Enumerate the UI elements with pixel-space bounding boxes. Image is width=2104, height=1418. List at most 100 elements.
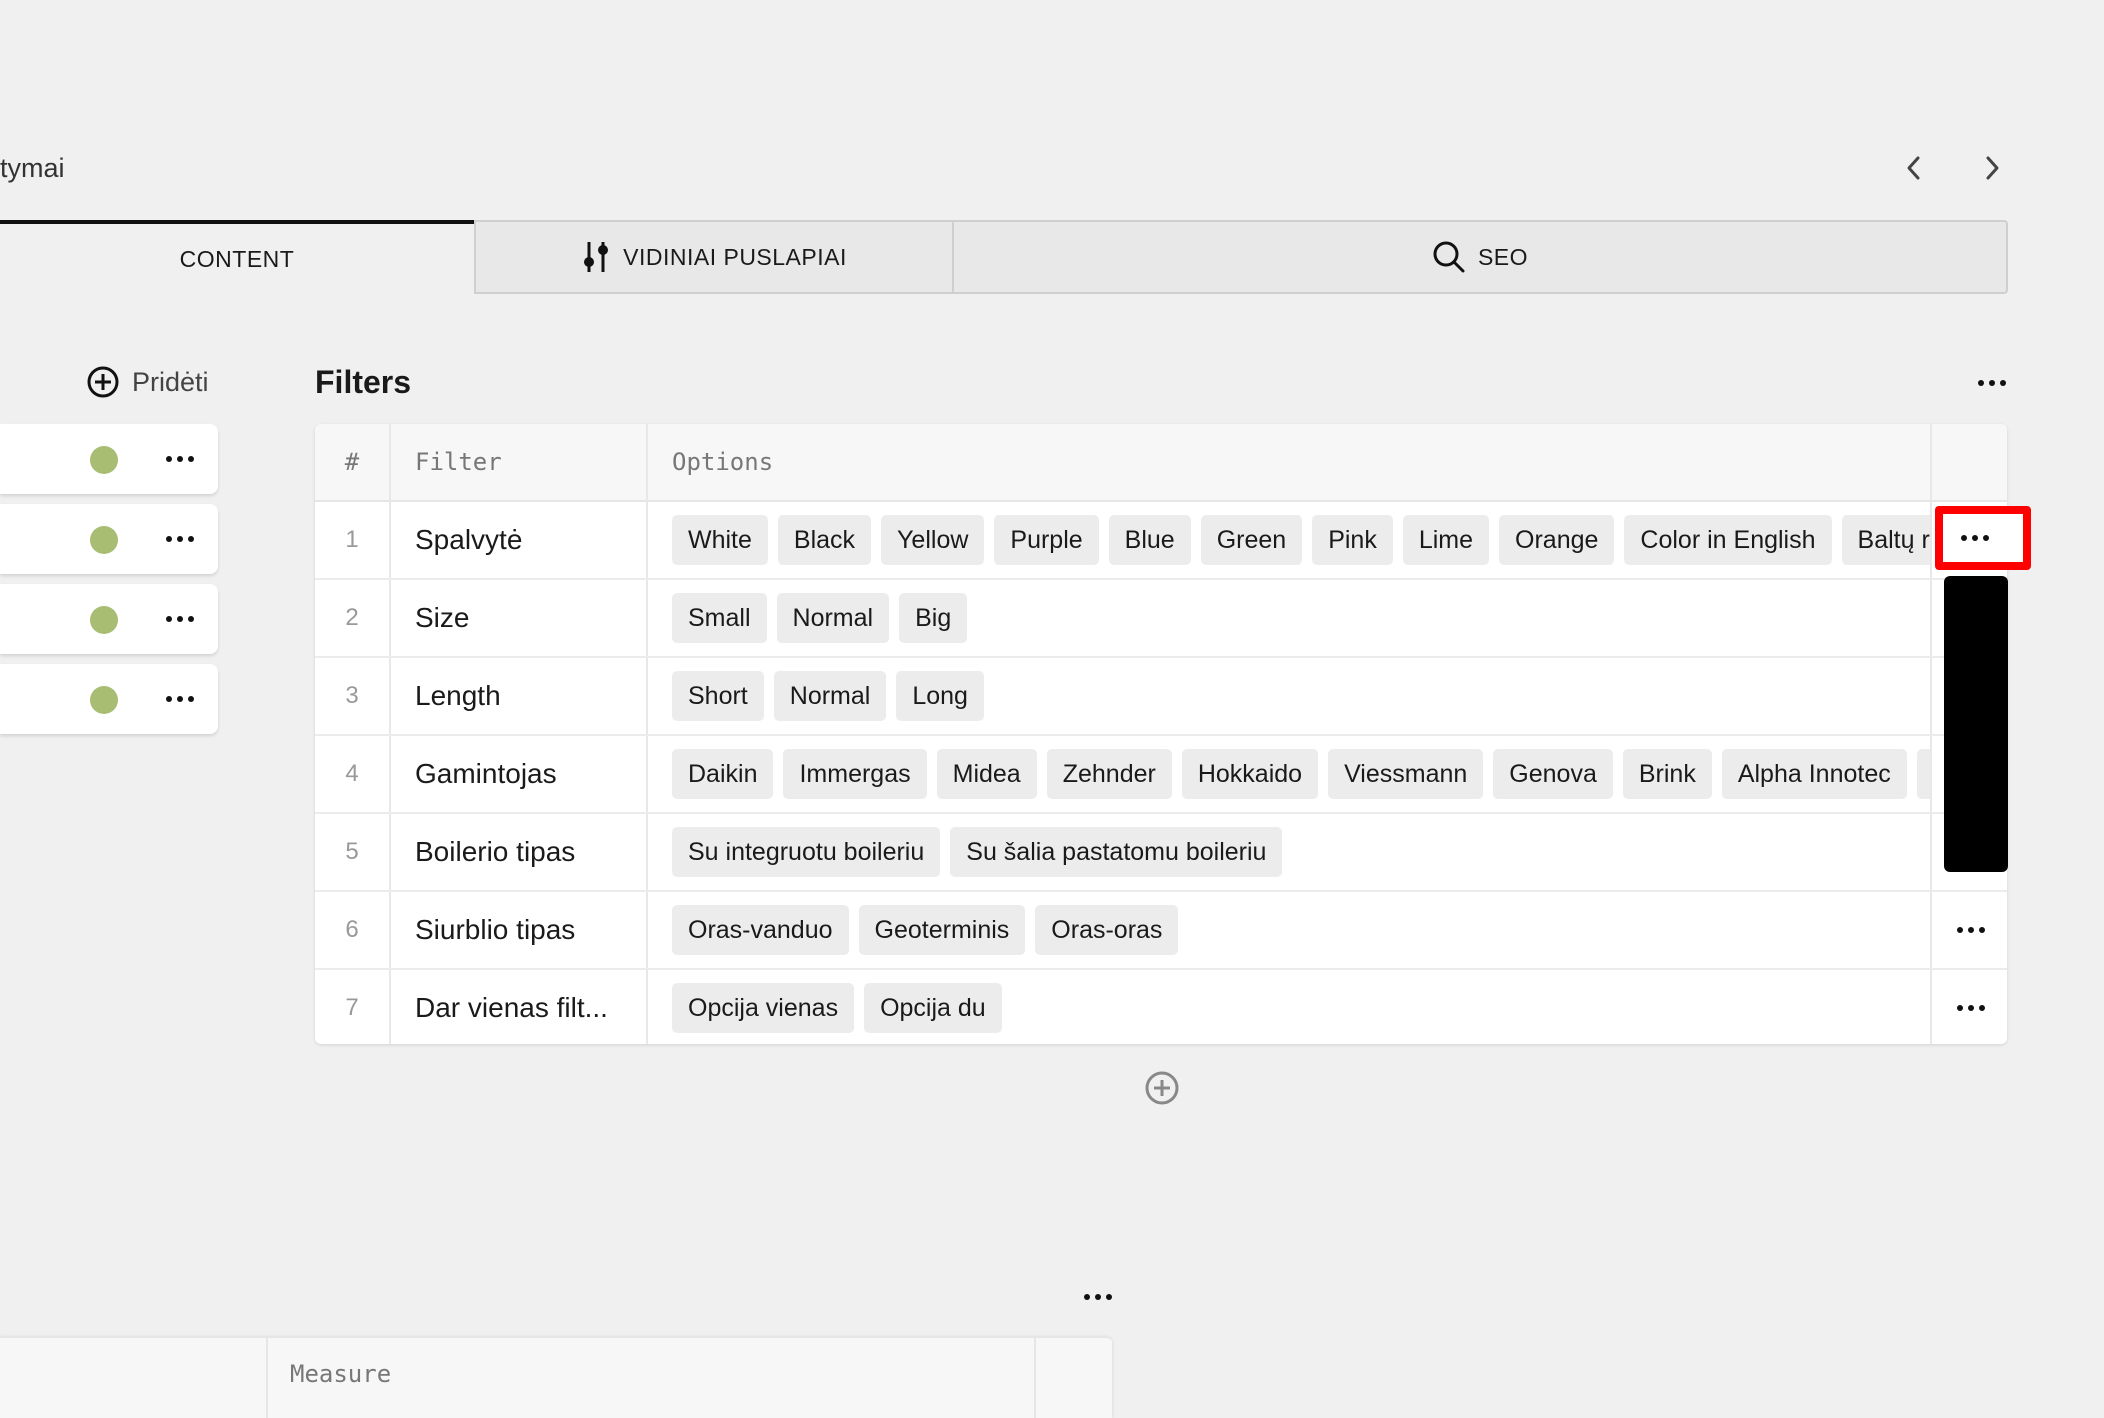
add-button[interactable]: Pridėti bbox=[86, 362, 209, 402]
option-chip[interactable]: Geoterminis bbox=[858, 905, 1026, 955]
table-row[interactable]: 5 Boilerio tipas Su integruotu boileriu Su … bbox=[315, 814, 2007, 892]
option-chip[interactable]: Short bbox=[672, 671, 764, 721]
options-list: Short Normal Long bbox=[672, 658, 2007, 734]
option-chip[interactable]: Opcija du bbox=[864, 983, 1002, 1033]
section-more-menu-button[interactable] bbox=[1968, 368, 2016, 398]
option-chip[interactable]: Green bbox=[1200, 515, 1303, 565]
table-row[interactable]: 1 Spalvytė White Black Yellow Purple Blue Green… bbox=[315, 502, 2007, 580]
option-chip[interactable]: Genova bbox=[1493, 749, 1613, 799]
filter-name[interactable]: Gamintojas bbox=[415, 736, 645, 812]
tab-content[interactable]: CONTENT bbox=[0, 220, 474, 294]
plus-circle-icon bbox=[87, 366, 119, 398]
filters-table: # Filter Options 1 Spalvytė White Black Yell… bbox=[315, 424, 2007, 1044]
options-list: Small Normal Big bbox=[672, 580, 2007, 656]
column-header-options: Options bbox=[672, 448, 774, 476]
column-header-number: # bbox=[344, 448, 360, 476]
options-list: Oras-vanduo Geoterminis Oras-oras bbox=[672, 892, 2007, 968]
option-chip[interactable]: Alpha Innotec bbox=[1721, 749, 1907, 799]
measure-table: Measure bbox=[0, 1336, 1112, 1418]
option-chip[interactable]: Su šalia pastatomu boileriu bbox=[950, 827, 1283, 877]
more-menu-button[interactable] bbox=[158, 604, 202, 634]
status-dot bbox=[90, 606, 118, 634]
option-chip[interactable]: Zehnder bbox=[1046, 749, 1172, 799]
more-menu-button[interactable] bbox=[158, 684, 202, 714]
row-number: 6 bbox=[345, 916, 359, 943]
option-chip[interactable]: Blue bbox=[1108, 515, 1191, 565]
table-row[interactable]: 6 Siurblio tipas Oras-vanduo Geoterminis Ora… bbox=[315, 892, 2007, 970]
list-item[interactable] bbox=[0, 424, 218, 494]
row-number: 5 bbox=[345, 838, 359, 865]
page-title: tymai bbox=[0, 153, 65, 183]
table-row[interactable]: 4 Gamintojas Daikin Immergas Midea Zehnder Hok… bbox=[315, 736, 2007, 814]
tab-bar: CONTENT VIDINIAI PUSLAPIAI SEO bbox=[0, 220, 2008, 294]
option-chip[interactable]: White bbox=[672, 515, 768, 565]
option-chip[interactable]: Opcija vienas bbox=[672, 983, 855, 1033]
option-chip[interactable]: Midea bbox=[936, 749, 1037, 799]
filter-name[interactable]: Dar vienas filt... bbox=[415, 970, 645, 1044]
prev-arrow-button[interactable] bbox=[1894, 146, 1934, 190]
row-number: 2 bbox=[345, 604, 359, 631]
list-item[interactable] bbox=[0, 504, 218, 574]
option-chip[interactable]: Big bbox=[899, 593, 968, 643]
option-chip[interactable]: Brink bbox=[1622, 749, 1712, 799]
option-chip[interactable]: Mitsubishi bbox=[1916, 749, 1930, 799]
table-row[interactable]: 7 Dar vienas filt... Opcija vienas Opcija d… bbox=[315, 970, 2007, 1044]
column-header-measure: Measure bbox=[290, 1360, 392, 1388]
option-chip[interactable]: Hokkaido bbox=[1181, 749, 1319, 799]
option-chip[interactable]: Immergas bbox=[783, 749, 927, 799]
filter-name[interactable]: Spalvytė bbox=[415, 502, 645, 578]
options-list: Opcija vienas Opcija du bbox=[672, 970, 2007, 1044]
filter-name[interactable]: Siurblio tipas bbox=[415, 892, 645, 968]
column-divider bbox=[1034, 1338, 1036, 1418]
option-chip[interactable]: Color in English bbox=[1624, 515, 1832, 565]
table-row[interactable]: 3 Length Short Normal Long bbox=[315, 658, 2007, 736]
status-dot bbox=[90, 686, 118, 714]
option-chip[interactable]: Long bbox=[896, 671, 984, 721]
option-chip[interactable]: Oras-vanduo bbox=[672, 905, 849, 955]
option-chip[interactable]: Su integruotu boileriu bbox=[672, 827, 941, 877]
table-header: # Filter Options bbox=[315, 424, 2007, 502]
tab-seo[interactable]: SEO bbox=[954, 220, 2008, 294]
option-chip[interactable]: Oras-oras bbox=[1035, 905, 1179, 955]
row-more-menu-button[interactable] bbox=[1949, 992, 1993, 1024]
tab-label: SEO bbox=[1477, 243, 1529, 270]
options-list: Su integruotu boileriu Su šalia pastatomu… bbox=[672, 814, 2007, 890]
row-number: 1 bbox=[345, 526, 359, 553]
search-icon bbox=[1433, 241, 1465, 273]
add-filter-button[interactable] bbox=[1144, 1070, 1180, 1106]
table-row[interactable]: 2 Size Small Normal Big bbox=[315, 580, 2007, 658]
list-item[interactable] bbox=[0, 664, 218, 734]
section-title: Filters bbox=[315, 364, 412, 400]
filter-name[interactable]: Boilerio tipas bbox=[415, 814, 645, 890]
option-chip[interactable]: Pink bbox=[1312, 515, 1393, 565]
option-chip[interactable]: Viessmann bbox=[1328, 749, 1484, 799]
next-arrow-button[interactable] bbox=[1972, 146, 2012, 190]
chevron-left-icon bbox=[1907, 156, 1920, 180]
more-menu-button[interactable] bbox=[158, 524, 202, 554]
list-item[interactable] bbox=[0, 584, 218, 654]
options-list: Daikin Immergas Midea Zehnder Hokkaido Viessm… bbox=[672, 736, 1930, 812]
option-chip[interactable]: Normal bbox=[773, 671, 887, 721]
option-chip[interactable]: Normal bbox=[776, 593, 890, 643]
row-1-more-menu-button-highlighted[interactable] bbox=[1935, 506, 2031, 570]
option-chip[interactable]: Yellow bbox=[881, 515, 985, 565]
option-chip[interactable]: Lime bbox=[1402, 515, 1490, 565]
option-chip[interactable]: Baltų rožių bbox=[1841, 515, 1930, 565]
status-dot bbox=[90, 526, 118, 554]
tab-label: VIDINIAI PUSLAPIAI bbox=[623, 243, 847, 270]
option-chip[interactable]: Daikin bbox=[672, 749, 774, 799]
option-chip[interactable]: Orange bbox=[1499, 515, 1615, 565]
lower-section-more-menu-button[interactable] bbox=[1076, 1282, 1120, 1312]
option-chip[interactable]: Small bbox=[672, 593, 767, 643]
status-dot bbox=[90, 446, 118, 474]
filter-name[interactable]: Length bbox=[415, 658, 645, 734]
options-list: White Black Yellow Purple Blue Green Pink Lime O… bbox=[672, 502, 1930, 578]
option-chip[interactable]: Black bbox=[777, 515, 872, 565]
tab-vidiniai-puslapiai[interactable]: VIDINIAI PUSLAPIAI bbox=[474, 220, 954, 294]
tab-label: CONTENT bbox=[179, 245, 295, 272]
filter-name[interactable]: Size bbox=[415, 580, 645, 656]
plus-circle-icon bbox=[1145, 1071, 1179, 1105]
row-more-menu-button[interactable] bbox=[1949, 914, 1993, 946]
more-menu-button[interactable] bbox=[158, 444, 202, 474]
option-chip[interactable]: Purple bbox=[994, 515, 1099, 565]
